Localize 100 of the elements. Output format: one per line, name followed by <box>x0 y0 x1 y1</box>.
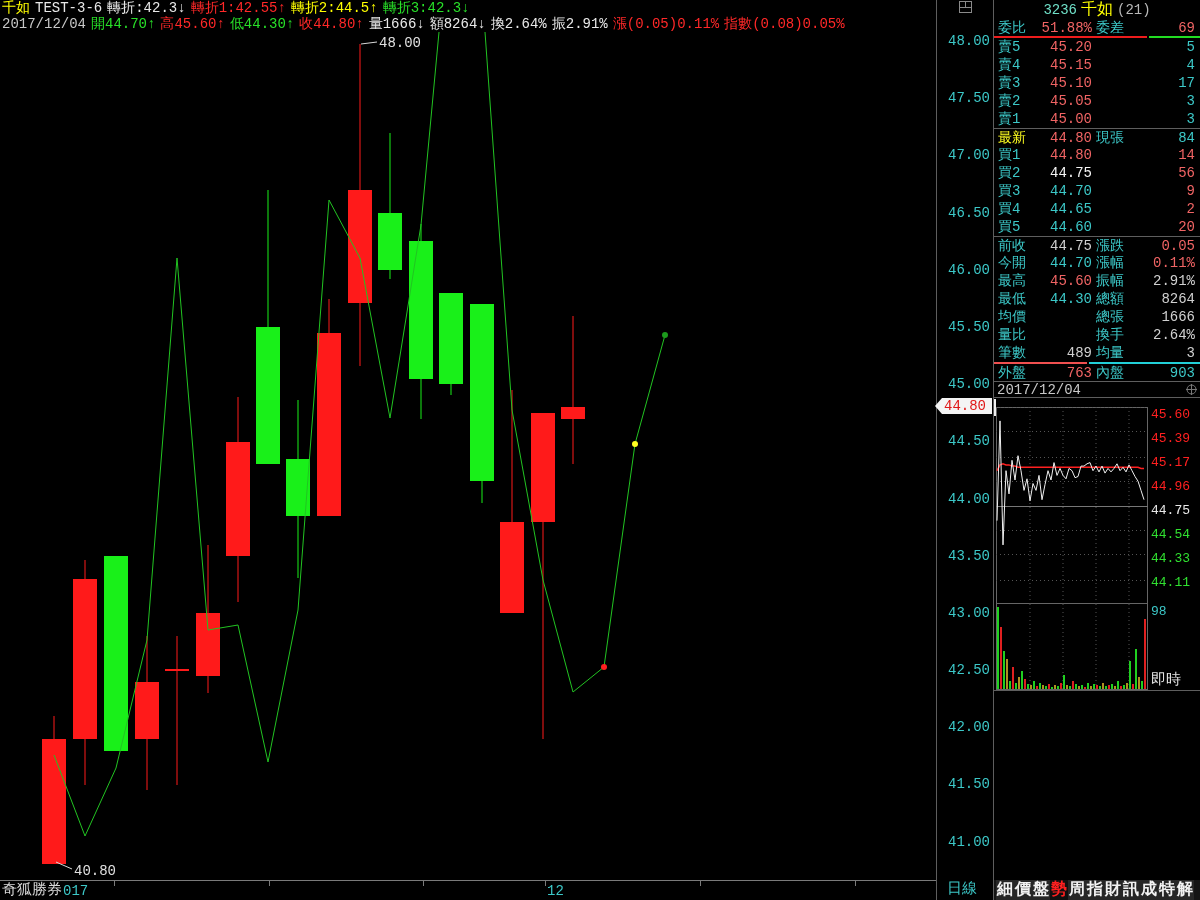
cursor-marker-icon <box>994 399 996 416</box>
chart-date: 2017/12/04 <box>997 381 1081 398</box>
field-label: 買1 <box>998 147 1021 163</box>
field-label: 賣3 <box>998 75 1021 91</box>
view-tab[interactable]: 成 <box>1140 880 1158 900</box>
price-scale-label: 44.33 <box>1151 551 1191 567</box>
field-label: 均量 <box>1096 345 1124 361</box>
price-axis-label: 41.50 <box>948 776 990 793</box>
volume-value: 17 <box>1178 75 1195 91</box>
field-label: 最新 <box>998 129 1026 146</box>
stat-value: 2.64% <box>1153 327 1195 343</box>
quote-item: 開44.70↑ <box>91 16 156 32</box>
field-label: 賣5 <box>998 39 1021 55</box>
stat-value: 44.70 <box>1050 255 1092 271</box>
view-tab[interactable]: 解 <box>1176 880 1194 900</box>
price-axis-label: 43.00 <box>948 604 990 621</box>
field-label: 賣4 <box>998 57 1021 73</box>
stat-value: 44.30 <box>1050 291 1092 307</box>
volume-value: 3 <box>1186 93 1195 109</box>
field-label: 買4 <box>998 201 1021 217</box>
volume-value: 903 <box>1169 364 1195 381</box>
quote-item: 指數(0.08)0.05% <box>724 16 845 32</box>
field-label: 買2 <box>998 165 1021 181</box>
field-label: 總張 <box>1096 309 1124 325</box>
view-tab[interactable]: 盤 <box>1032 880 1050 900</box>
leader-line <box>55 861 73 870</box>
field-label: 均價 <box>998 309 1026 325</box>
stat-value: 8264 <box>1161 291 1195 307</box>
ratio-diff-value: 69 <box>1178 19 1195 36</box>
view-tab[interactable]: 特 <box>1158 880 1176 900</box>
price-value: 45.15 <box>1050 57 1092 73</box>
volume-value: 763 <box>1066 364 1092 381</box>
marker-dot-icon <box>662 332 668 338</box>
quote-item: 額8264↓ <box>429 16 486 32</box>
ratio-value: 51.88% <box>1041 19 1092 36</box>
field-label: 今開 <box>998 255 1026 271</box>
price-value: 44.80 <box>1050 147 1092 163</box>
trade-count: (21) <box>1117 1 1151 18</box>
price-axis-label: 47.50 <box>948 90 990 107</box>
volume-value: 20 <box>1178 219 1195 235</box>
field-label: 委比 <box>998 19 1026 36</box>
view-tab[interactable]: 細 <box>996 880 1014 900</box>
view-tab[interactable]: 價 <box>1014 880 1032 900</box>
view-tab[interactable]: 指 <box>1086 880 1104 900</box>
price-value: 44.75 <box>1050 165 1092 181</box>
price-scale-label: 44.96 <box>1151 479 1191 495</box>
field-label: 量比 <box>998 327 1026 343</box>
marker-dot-icon <box>601 664 607 670</box>
price-axis-label: 41.00 <box>948 833 990 850</box>
price-axis-label: 45.50 <box>948 318 990 335</box>
indicator-value: 轉折3:42.3↓ <box>382 0 470 16</box>
last-price-tag: 44.80 <box>935 398 992 414</box>
field-label: 買3 <box>998 183 1021 199</box>
view-tab[interactable]: 周 <box>1068 880 1086 900</box>
field-label: 筆數 <box>998 345 1026 361</box>
price-scale-label: 44.54 <box>1151 527 1191 543</box>
price-value: 45.05 <box>1050 93 1092 109</box>
volume-value: 84 <box>1178 129 1195 146</box>
field-label: 振幅 <box>1096 273 1124 289</box>
stock-name: 千如 <box>2 0 30 16</box>
quote-item: 換2.64% <box>490 16 547 32</box>
price-value: 45.10 <box>1050 75 1092 91</box>
crosshair-icon[interactable] <box>1186 384 1197 395</box>
field-label: 漲跌 <box>1096 237 1124 254</box>
period-label: 日線 <box>947 881 977 899</box>
field-label: 委差 <box>1096 19 1124 36</box>
stock-name: 千如 <box>1081 0 1113 20</box>
field-label: 換手 <box>1096 327 1124 343</box>
stat-value: 2.91% <box>1153 273 1195 289</box>
price-axis-label: 44.00 <box>948 490 990 507</box>
view-tab[interactable]: 勢 <box>1050 880 1068 900</box>
price-axis-label: 47.00 <box>948 147 990 164</box>
price-value: 44.80 <box>1050 129 1092 146</box>
field-label: 漲幅 <box>1096 255 1124 271</box>
stat-value: 0.05 <box>1161 237 1195 254</box>
stock-code: 3236 <box>1043 1 1077 18</box>
quote-item: 收44.80↑ <box>299 16 364 32</box>
price-axis-label: 48.00 <box>948 33 990 49</box>
price-scale-label: 45.60 <box>1151 407 1191 423</box>
window-split-icon[interactable] <box>958 1 972 13</box>
field-label: 前收 <box>998 237 1026 254</box>
field-label: 買5 <box>998 219 1021 235</box>
quote-item: 振2.91% <box>551 16 608 32</box>
field-label: 總額 <box>1096 291 1124 307</box>
volume-value: 5 <box>1186 39 1195 55</box>
price-value: 45.00 <box>1050 111 1092 127</box>
price-value: 44.65 <box>1050 201 1092 217</box>
mode-label: 即時 <box>1151 672 1181 690</box>
view-tab[interactable]: 財 <box>1104 880 1122 900</box>
app-name: 奇狐勝券 <box>2 881 62 900</box>
indicator-value: 轉折:42.3↓ <box>107 0 186 16</box>
price-value: 45.20 <box>1050 39 1092 55</box>
view-tab[interactable]: 訊 <box>1122 880 1140 900</box>
stat-value: 44.75 <box>1050 237 1092 254</box>
price-value: 44.60 <box>1050 219 1092 235</box>
field-label: 內盤 <box>1096 364 1124 381</box>
price-axis-label: 45.00 <box>948 376 990 393</box>
stat-value: 3 <box>1186 345 1195 361</box>
marker-dot-icon <box>632 441 638 447</box>
field-label: 賣1 <box>998 111 1021 127</box>
